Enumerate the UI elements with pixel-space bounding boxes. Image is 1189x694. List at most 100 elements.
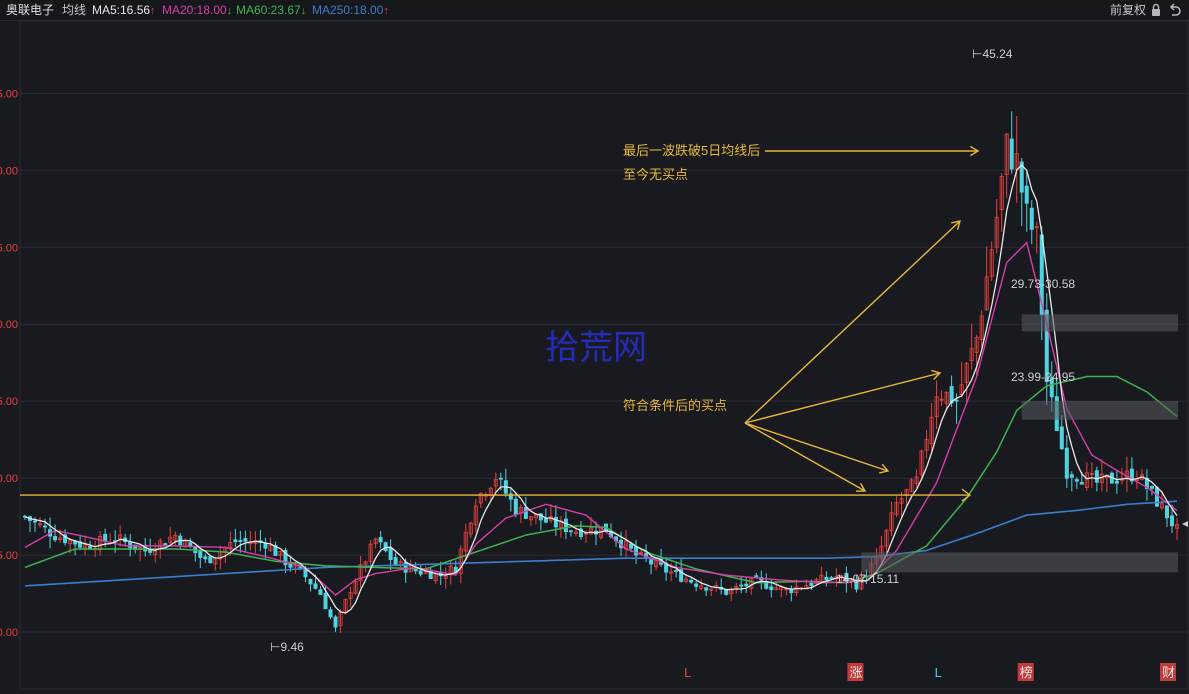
candle-body — [33, 520, 38, 523]
y-tick-label: 0.00 — [0, 319, 18, 331]
ma250-line — [24, 500, 1178, 587]
stock-name[interactable]: 奥联电子 — [6, 3, 54, 17]
candle-body — [1164, 505, 1169, 519]
candle-body — [954, 399, 959, 402]
ma60-line — [24, 375, 1178, 584]
candle-body — [203, 556, 208, 560]
annotation-note: 符合条件后的买点 — [623, 398, 727, 413]
candle-body — [313, 583, 318, 589]
candle-body — [1074, 479, 1079, 482]
ma60-arrow-icon: ↓ — [300, 5, 307, 17]
candle-body — [634, 546, 639, 556]
undo-icon[interactable] — [1168, 3, 1182, 17]
annotation-note: 最后一波跌破5日均线后 — [623, 143, 760, 158]
y-tick-label: 0.00 — [0, 165, 18, 177]
candle-body — [388, 547, 393, 560]
event-marker: 涨 — [849, 665, 862, 680]
candle-body — [513, 498, 518, 515]
event-marker: 榜 — [1020, 665, 1033, 680]
candle-body — [1094, 470, 1099, 483]
candle-body — [769, 586, 774, 591]
candle-body — [378, 537, 383, 543]
candle-body — [1169, 515, 1174, 527]
candle-body — [303, 569, 308, 578]
ma250-legend: MA250:18.00↑ — [312, 3, 389, 18]
y-tick-label: 0.00 — [0, 473, 18, 485]
y-tick-label: 15.00 — [0, 88, 18, 100]
candle-body — [1059, 426, 1064, 450]
zone-label: 14.07-15.11 — [836, 572, 899, 586]
candle-body — [568, 530, 573, 533]
candle-body — [1149, 485, 1154, 489]
candle-body — [318, 589, 323, 595]
candle-body — [789, 589, 794, 594]
candle-body — [128, 541, 133, 549]
y-tick-label: 5.00 — [0, 550, 18, 562]
adjust-mode[interactable]: 前复权 — [1110, 3, 1146, 17]
support-zone — [1021, 400, 1178, 420]
candle-body — [498, 477, 503, 480]
candle-body — [43, 525, 48, 528]
candle-body — [754, 575, 759, 578]
ma20-legend: MA20:18.00↓ — [162, 3, 232, 18]
candle-body — [1154, 487, 1159, 507]
candle-body — [328, 609, 333, 618]
low-price-label: ⊢9.46 — [270, 640, 304, 654]
candle-body — [739, 584, 744, 587]
zone-label: 23.99-24.95 — [1011, 370, 1075, 384]
candle-body — [238, 540, 243, 542]
y-tick-label: 5.00 — [0, 242, 18, 254]
candle-body — [383, 542, 388, 552]
candle-body — [198, 550, 203, 558]
candle-body — [629, 543, 634, 549]
candle-body — [1024, 185, 1029, 204]
candle-body — [649, 559, 654, 565]
candle-body — [243, 538, 248, 542]
candle-body — [674, 570, 679, 572]
candle-body — [233, 539, 238, 543]
annotation-arrow — [744, 372, 941, 424]
candle-body — [403, 562, 408, 573]
candle-body — [308, 578, 313, 585]
ma5-legend: MA5:16.56↑ — [92, 3, 156, 18]
support-zone — [861, 552, 1178, 573]
candle-body — [1009, 138, 1014, 170]
candle-body — [53, 536, 58, 541]
lock-icon[interactable] — [1150, 3, 1162, 17]
candle-body — [263, 542, 268, 549]
candle-body — [1079, 482, 1084, 485]
candle-body — [393, 557, 398, 566]
ma60-legend: MA60:23.67↓ — [236, 3, 306, 18]
ma5-line — [24, 164, 1178, 614]
candle-body — [1029, 207, 1034, 230]
candle-body — [1069, 474, 1074, 478]
candle-body — [323, 593, 328, 610]
candle-body — [1114, 480, 1119, 484]
event-marker: L — [935, 665, 942, 680]
candle-body — [563, 518, 568, 533]
watermark-text: 拾荒网 — [545, 328, 647, 368]
price-chart[interactable]: 15.00 0.00 5.00 0.00 5.00 0.00 5.00 0.00 ⊢45.24 ⊢… — [0, 21, 1189, 694]
candle-body — [809, 582, 814, 586]
ma250-arrow-icon: ↑ — [383, 5, 389, 17]
ma250-value: MA250:18.00 — [312, 3, 384, 17]
ma60-value: MA60:23.67 — [236, 3, 301, 17]
candle-body — [694, 583, 699, 587]
candle-body — [1064, 447, 1069, 479]
support-zone — [1021, 314, 1178, 332]
annotation-note: 至今无买点 — [623, 167, 688, 182]
indicator-label[interactable]: 均线 — [62, 3, 86, 17]
candle-body — [543, 518, 548, 523]
y-tick-label: 0.00 — [0, 627, 18, 639]
candle-body — [418, 570, 423, 575]
candle-body — [333, 616, 338, 628]
candle-body — [208, 556, 213, 564]
candle-body — [704, 587, 709, 591]
candle-body — [523, 507, 528, 519]
candle-body — [163, 543, 168, 546]
event-marker: L — [684, 665, 691, 680]
candle-body — [829, 577, 834, 580]
candle-body — [824, 576, 829, 581]
ma20-line — [24, 241, 1178, 597]
ma20-arrow-icon: ↓ — [226, 5, 233, 17]
